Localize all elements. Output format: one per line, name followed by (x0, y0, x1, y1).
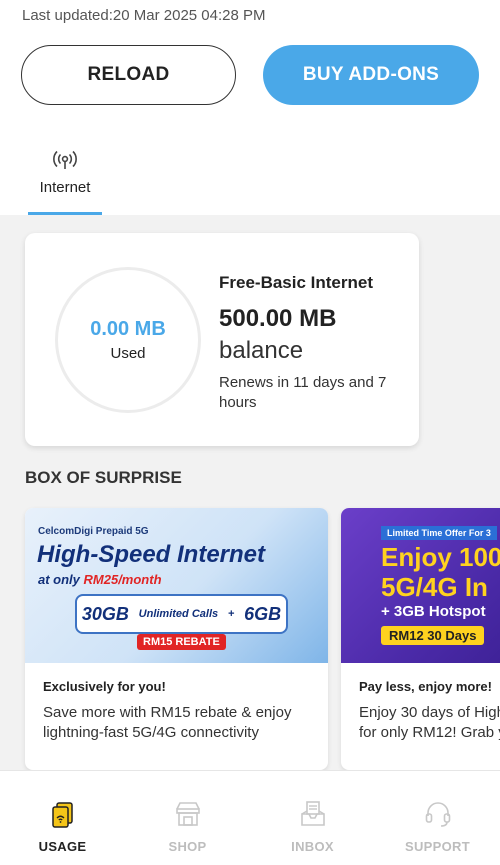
reload-button[interactable]: RELOAD (21, 45, 236, 105)
banner-line3: + 3GB Hotspot (381, 603, 486, 620)
banner-offer-box: 30GB Unlimited Calls + 6GB (75, 594, 288, 634)
banner-plus: + (227, 608, 235, 620)
banner-rebate-badge: RM15 REBATE (137, 634, 226, 650)
promo-banner[interactable]: Limited Time Offer For 3 Enjoy 100 5G/4G… (341, 508, 500, 663)
usage-card: 0.00 MB Used Free-Basic Internet 500.00 … (25, 233, 419, 446)
shop-icon (175, 802, 200, 826)
nav-shop[interactable]: SHOP (125, 771, 250, 865)
renewal-text: Renews in 11 days and 7 hours (219, 374, 387, 411)
bottom-navigation: USAGE SHOP INBOX SUPPORT (0, 770, 500, 865)
sim-card-icon (51, 802, 73, 828)
headset-icon (425, 802, 450, 827)
banner-tag: Limited Time Offer For 3 (381, 526, 497, 540)
banner-price-prefix: at only (38, 572, 84, 587)
nav-support[interactable]: SUPPORT (375, 771, 500, 865)
nav-inbox[interactable]: INBOX (250, 771, 375, 865)
tab-internet[interactable]: Internet (28, 125, 102, 215)
banner-price-badge: RM12 30 Days (381, 626, 485, 645)
promo-title: Exclusively for you! (43, 679, 166, 694)
nav-inbox-label: INBOX (291, 839, 334, 854)
banner-brand: CelcomDigi Prepaid 5G (38, 526, 149, 537)
promo-description: Save more with RM15 rebate & enjoy light… (43, 704, 292, 741)
inbox-icon (300, 801, 325, 826)
banner-price: RM25/month (83, 572, 162, 587)
tab-internet-label: Internet (39, 179, 91, 196)
usage-ring: 0.00 MB Used (55, 267, 201, 413)
content-area: 0.00 MB Used Free-Basic Internet 500.00 … (0, 215, 500, 770)
promo-banner[interactable]: CelcomDigi Prepaid 5G High-Speed Interne… (25, 508, 328, 663)
promo-card[interactable]: CelcomDigi Prepaid 5G High-Speed Interne… (25, 508, 328, 770)
buy-addons-button[interactable]: BUY ADD-ONS (263, 45, 479, 105)
nav-shop-label: SHOP (168, 839, 207, 854)
promo-title: Pay less, enjoy more! (359, 679, 492, 694)
banner-subline: at only RM25/month (38, 572, 162, 587)
plan-name: Free-Basic Internet (219, 273, 373, 292)
nav-usage[interactable]: USAGE (0, 771, 125, 865)
nav-usage-label: USAGE (38, 839, 87, 854)
banner-line2: 5G/4G In (381, 572, 488, 602)
banner-headline: High-Speed Internet (37, 541, 266, 568)
promo-description: Enjoy 30 days of High for only RM12! Gra… (359, 704, 500, 741)
usage-tab-bar: Internet (0, 125, 500, 215)
banner-data2: 6GB (244, 603, 282, 624)
antenna-icon (53, 150, 77, 169)
used-label: Used (110, 345, 146, 362)
banner-line1: Enjoy 100 (381, 542, 500, 572)
last-updated-text: Last updated:20 Mar 2025 04:28 PM (22, 7, 266, 24)
nav-support-label: SUPPORT (405, 839, 470, 854)
used-value: 0.00 MB (90, 318, 166, 340)
promo-card[interactable]: Limited Time Offer For 3 Enjoy 100 5G/4G… (341, 508, 500, 770)
section-title: BOX OF SURPRISE (25, 468, 182, 487)
balance-label: balance (219, 337, 304, 364)
banner-data1: 30GB (81, 603, 129, 624)
plan-details: Free-Basic Internet 500.00 MB balance Re… (219, 273, 404, 413)
balance-amount: 500.00 MB (219, 305, 337, 332)
banner-calls: Unlimited Calls (138, 608, 219, 620)
